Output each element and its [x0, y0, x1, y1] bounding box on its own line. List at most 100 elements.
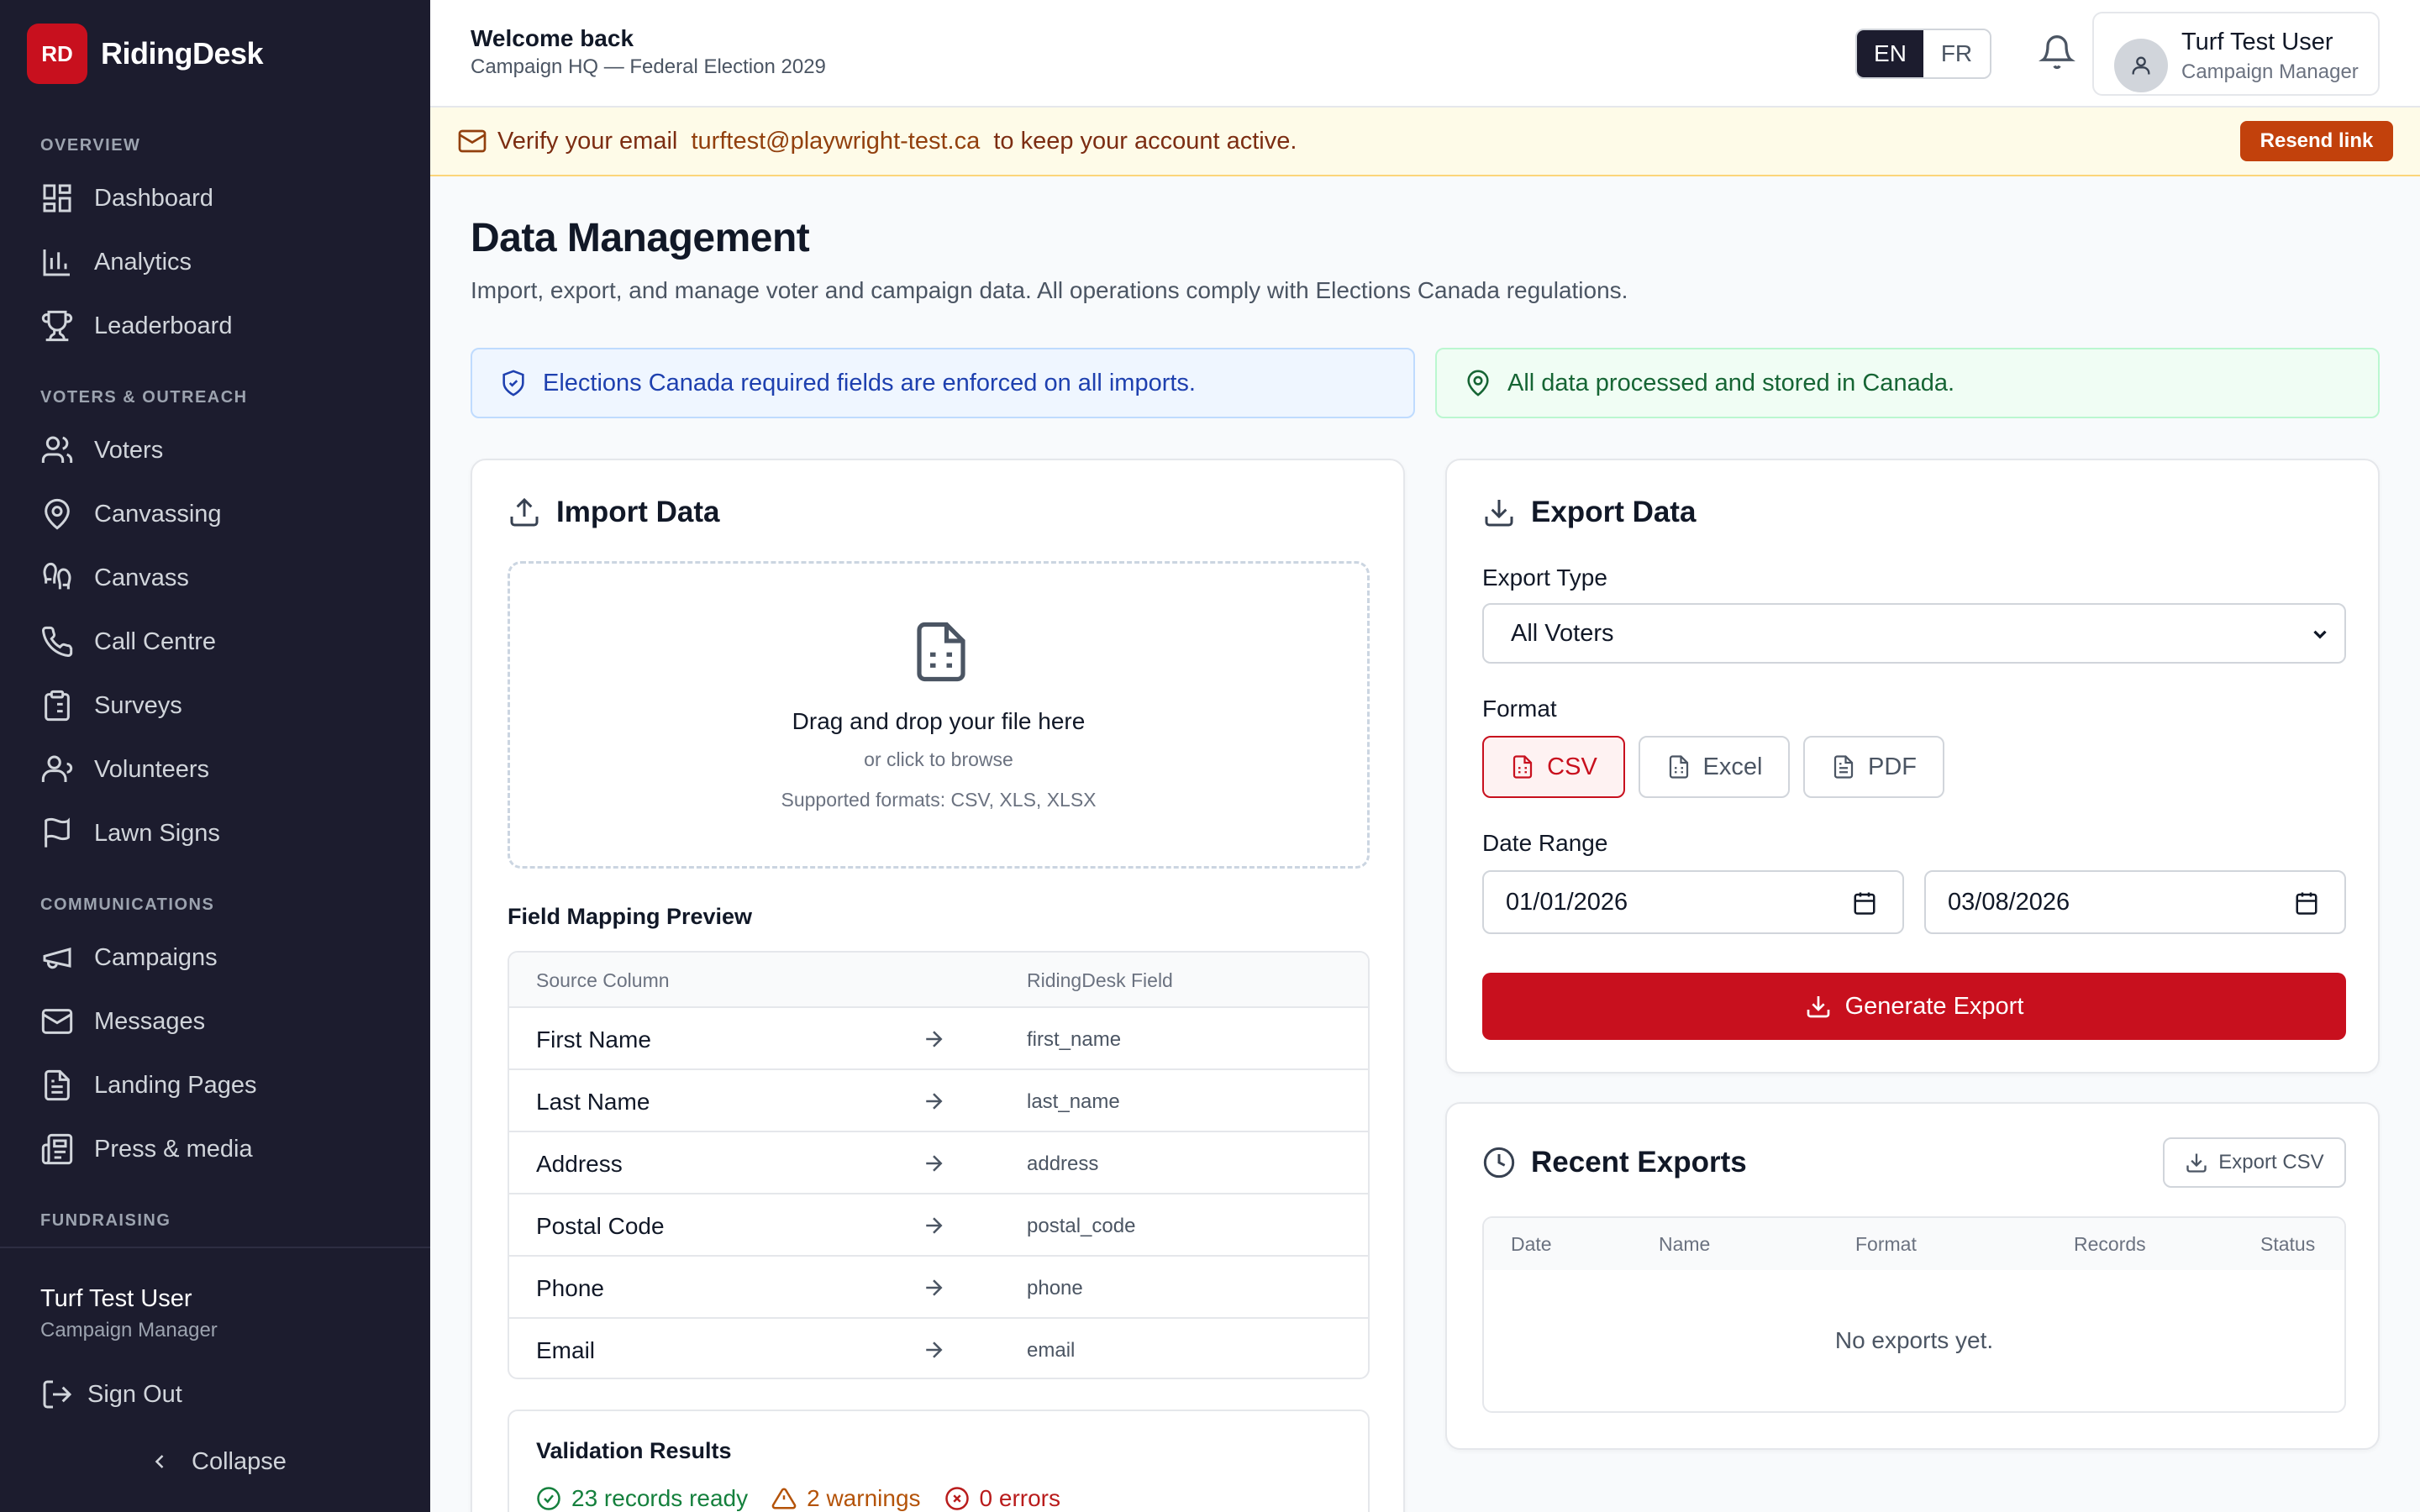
- sidebar-user-name: Turf Test User: [40, 1285, 192, 1312]
- dropzone-title: Drag and drop your file here: [792, 708, 1086, 734]
- banner-prefix: Verify your email: [497, 128, 685, 155]
- export-title-text: Export Data: [1531, 496, 1697, 528]
- resend-link-button[interactable]: Resend link: [2240, 121, 2393, 161]
- mail-icon: [41, 1009, 73, 1034]
- sidebar-item-label: Lawn Signs: [94, 819, 220, 847]
- source-column-cell: Phone: [536, 1275, 604, 1301]
- section-voters-outreach: VOTERS & OUTREACH: [40, 388, 248, 407]
- field-cell: address: [1027, 1152, 1099, 1175]
- date-from-input[interactable]: 01/01/2026: [1482, 870, 1904, 934]
- validation-summary: 23 records ready 2 warnings 0 errors: [536, 1485, 1060, 1512]
- clipboard-icon: [45, 690, 70, 722]
- language-toggle: EN FR: [1855, 29, 1991, 79]
- export-csv-button[interactable]: Export CSV: [2163, 1137, 2346, 1188]
- sidebar-item-label: Canvass: [94, 564, 189, 591]
- sidebar-item-canvass[interactable]: Canvass: [40, 554, 393, 601]
- sidebar-item-label: Leaderboard: [94, 312, 233, 339]
- arrow-right-icon: [926, 1217, 943, 1234]
- field-cell: email: [1027, 1339, 1076, 1362]
- format-excel-button[interactable]: Excel: [1639, 736, 1790, 798]
- user-icon: [41, 755, 73, 782]
- source-column-cell: Email: [536, 1337, 596, 1363]
- header-date: Date: [1511, 1233, 1552, 1255]
- page-title: Data Management: [471, 216, 810, 260]
- calendar-icon: [1854, 892, 1876, 915]
- phone-icon: [42, 626, 73, 657]
- table-row: Email email: [509, 1319, 1368, 1378]
- arrow-right-icon: [926, 1341, 943, 1358]
- format-excel-label: Excel: [1702, 753, 1763, 780]
- section-fundraising: FUNDRAISING: [40, 1211, 171, 1230]
- data-residency-notice: All data processed and stored in Canada.: [1435, 348, 2380, 418]
- format-csv-label: CSV: [1547, 753, 1597, 780]
- sidebar-item-volunteers[interactable]: Volunteers: [40, 746, 393, 793]
- sidebar-item-campaigns[interactable]: Campaigns: [40, 934, 393, 981]
- download-icon: [1807, 996, 1829, 1018]
- header-records: Records: [2074, 1233, 2146, 1255]
- section-communications: COMMUNICATIONS: [40, 895, 215, 914]
- sidebar-item-lawn-signs[interactable]: Lawn Signs: [40, 810, 393, 857]
- field-cell: postal_code: [1027, 1215, 1136, 1237]
- sidebar-item-analytics[interactable]: Analytics: [40, 239, 393, 286]
- banner-text: Verify your email turftest@playwright-te…: [497, 128, 1297, 155]
- import-title-text: Import Data: [556, 496, 720, 528]
- calendar-icon: [2296, 892, 2317, 915]
- format-csv-button[interactable]: CSV: [1482, 736, 1625, 798]
- errors-text: 0 errors: [979, 1485, 1060, 1511]
- dropzone-subtitle: or click to browse: [864, 748, 1013, 770]
- header-user-name: Turf Test User: [2181, 29, 2333, 55]
- export-type-select[interactable]: All Voters: [1482, 603, 2346, 664]
- sidebar-item-canvassing[interactable]: Canvassing: [40, 491, 393, 538]
- lang-en-button[interactable]: EN: [1857, 30, 1923, 77]
- sidebar-item-label: Call Centre: [94, 627, 217, 655]
- recent-exports-title: Recent Exports: [1482, 1146, 1747, 1179]
- arrow-right-icon: [926, 1031, 943, 1047]
- sidebar-item-label: Voters: [94, 436, 164, 464]
- sidebar-item-label: Volunteers: [94, 755, 210, 783]
- brand-logo: RD: [27, 24, 87, 84]
- footprints-icon: [43, 562, 71, 590]
- sidebar-user-role: Campaign Manager: [40, 1319, 218, 1341]
- map-pin-icon: [1467, 370, 1489, 396]
- format-pdf-button[interactable]: PDF: [1803, 736, 1944, 798]
- date-to-input[interactable]: 03/08/2026: [1924, 870, 2346, 934]
- table-row: First Name first_name: [509, 1008, 1368, 1070]
- log-out-icon: [43, 1380, 72, 1409]
- sidebar-item-surveys[interactable]: Surveys: [40, 682, 393, 729]
- table-row: Postal Code postal_code: [509, 1194, 1368, 1257]
- import-data-card: Import Data Drag and drop your file here…: [471, 459, 1405, 1512]
- sidebar-item-dashboard[interactable]: Dashboard: [40, 175, 393, 222]
- sidebar-divider: [0, 1247, 430, 1248]
- sidebar-item-landing-pages[interactable]: Landing Pages: [40, 1062, 393, 1109]
- export-csv-label: Export CSV: [2218, 1151, 2324, 1173]
- sidebar-item-press-media[interactable]: Press & media: [40, 1126, 393, 1173]
- sidebar-item-messages[interactable]: Messages: [40, 998, 393, 1045]
- alert-triangle-icon: [771, 1488, 797, 1509]
- sidebar-item-label: Campaigns: [94, 943, 218, 971]
- generate-export-button[interactable]: Generate Export: [1482, 973, 2346, 1040]
- sidebar-item-leaderboard[interactable]: Leaderboard: [40, 302, 393, 349]
- collapse-label: Collapse: [192, 1447, 287, 1475]
- lang-fr-button[interactable]: FR: [1923, 30, 1990, 77]
- user-menu-button[interactable]: Turf Test User Campaign Manager: [2092, 12, 2380, 96]
- bell-icon[interactable]: [2039, 34, 2075, 71]
- bar-chart-icon: [43, 249, 70, 276]
- file-icon: [45, 1069, 70, 1101]
- sidebar-item-label: Landing Pages: [94, 1071, 257, 1099]
- field-cell: phone: [1027, 1277, 1083, 1299]
- header-status: Status: [2260, 1233, 2316, 1255]
- sidebar-item-label: Canvassing: [94, 500, 222, 528]
- brand-name: RidingDesk: [101, 36, 264, 71]
- header-format: Format: [1855, 1233, 1917, 1255]
- date-from-value: 01/01/2026: [1506, 888, 1628, 916]
- field-cell: first_name: [1027, 1028, 1122, 1051]
- collapse-button[interactable]: Collapse: [148, 1441, 287, 1482]
- file-dropzone[interactable]: Drag and drop your file here or click to…: [508, 561, 1370, 869]
- sidebar-item-voters[interactable]: Voters: [40, 427, 393, 474]
- brand[interactable]: RD RidingDesk: [27, 24, 264, 84]
- sign-out-button[interactable]: Sign Out: [40, 1374, 182, 1415]
- sidebar-item-call-centre[interactable]: Call Centre: [40, 618, 393, 665]
- date-to-value: 03/08/2026: [1948, 888, 2070, 916]
- warnings-count: 2 warnings: [771, 1485, 921, 1512]
- date-range-label: Date Range: [1482, 830, 1608, 856]
